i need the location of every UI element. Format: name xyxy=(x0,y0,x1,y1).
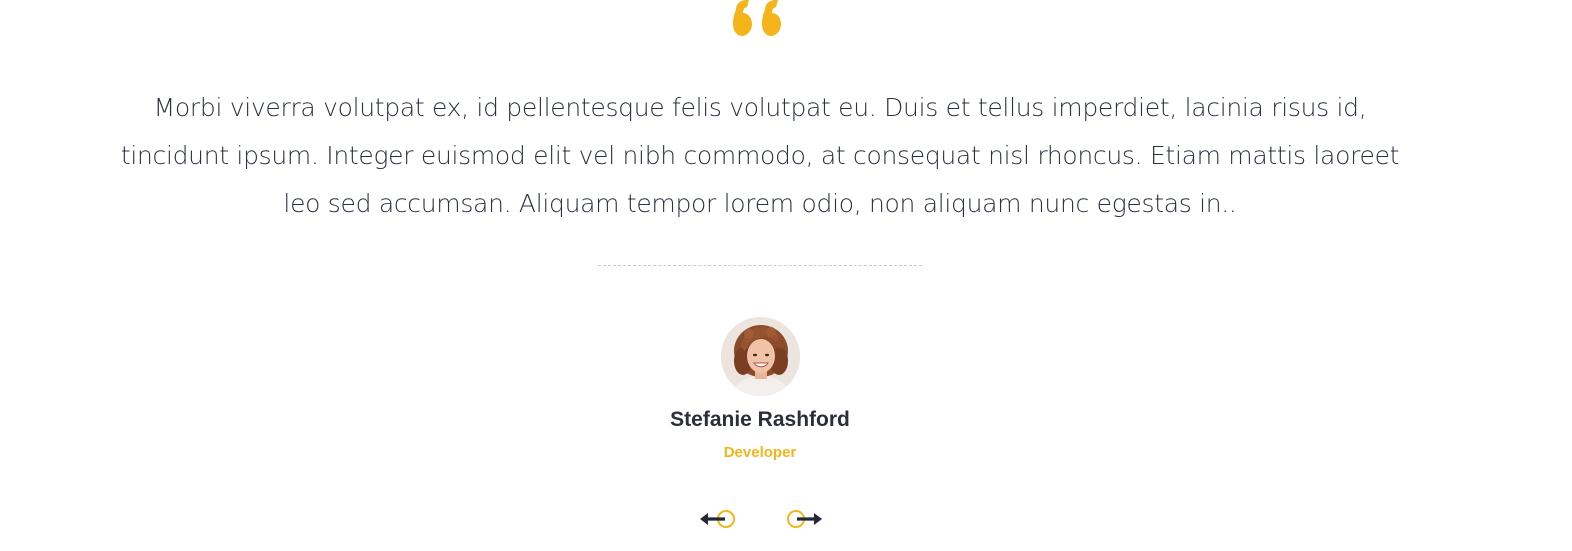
arrow-left-icon xyxy=(700,510,735,528)
divider xyxy=(598,265,922,266)
testimonial-quote-text: Morbi viverra volutpat ex, id pellentesq… xyxy=(120,93,1400,218)
quote-open-icon xyxy=(0,0,1572,60)
avatar xyxy=(721,317,800,396)
testimonial-section: Morbi viverra volutpat ex, id pellentesq… xyxy=(0,0,1572,551)
next-testimonial-button[interactable] xyxy=(784,506,824,532)
prev-testimonial-button[interactable] xyxy=(698,506,738,532)
author-name: Stefanie Rashford xyxy=(670,408,850,431)
arrow-right-icon xyxy=(787,510,822,528)
author-role: Developer xyxy=(723,444,797,461)
